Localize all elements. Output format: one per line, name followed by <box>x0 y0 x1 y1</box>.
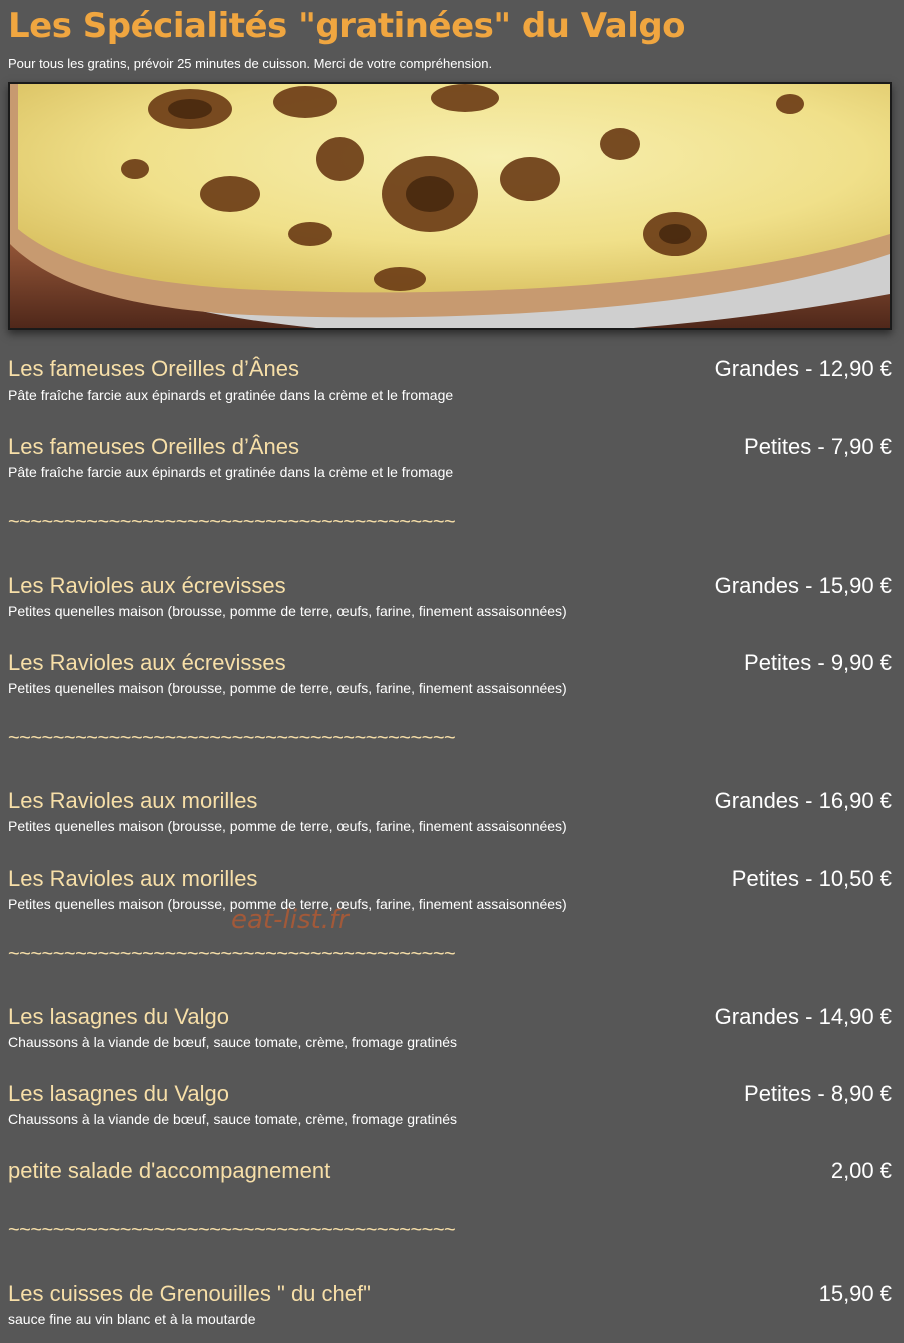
cooking-notice: Pour tous les gratins, prévoir 25 minute… <box>8 56 493 71</box>
menu-item-name: Les Ravioles aux écrevisses <box>8 573 286 598</box>
section-separator: ~~~~~~~~~~~~~~~~~~~~~~~~~~~~~~~~~~~~~~~~ <box>8 727 456 749</box>
menu-item-price: Petites - 9,90 € <box>744 650 892 675</box>
menu-item-price: Petites - 8,90 € <box>744 1081 892 1106</box>
menu-item-name: Les cuisses de Grenouilles " du chef" <box>8 1281 371 1306</box>
gratin-photo <box>8 82 892 330</box>
menu-item-name: Les fameuses Oreilles d’Ânes <box>8 434 300 459</box>
menu-item-price: 15,90 € <box>818 1281 892 1306</box>
menu-item-description: Chaussons à la viande de bœuf, sauce tom… <box>8 1111 458 1127</box>
menu-item-name: Les Ravioles aux morilles <box>8 866 258 891</box>
section-separator: ~~~~~~~~~~~~~~~~~~~~~~~~~~~~~~~~~~~~~~~~ <box>8 511 456 533</box>
section-separator: ~~~~~~~~~~~~~~~~~~~~~~~~~~~~~~~~~~~~~~~~ <box>8 943 456 965</box>
menu-item-description: Petites quenelles maison (brousse, pomme… <box>8 603 567 619</box>
menu-item-price: Grandes - 14,90 € <box>714 1004 892 1029</box>
menu-item-price: Grandes - 12,90 € <box>714 356 892 381</box>
menu-item-description: sauce fine au vin blanc et à la moutarde <box>8 1311 256 1327</box>
watermark: eat-list.fr <box>231 905 349 935</box>
menu-item-name: Les lasagnes du Valgo <box>8 1081 229 1106</box>
menu-item-name: Les Ravioles aux écrevisses <box>8 650 286 675</box>
menu-item-price: Grandes - 15,90 € <box>714 573 892 598</box>
menu-item-price: Petites - 10,50 € <box>731 866 892 891</box>
menu-item-description: Pâte fraîche farcie aux épinards et grat… <box>8 464 454 480</box>
menu-item-description: Pâte fraîche farcie aux épinards et grat… <box>8 387 454 403</box>
menu-item-description: Petites quenelles maison (brousse, pomme… <box>8 680 567 696</box>
menu-item-description: Petites quenelles maison (brousse, pomme… <box>8 818 567 834</box>
menu-item-price: 2,00 € <box>830 1158 892 1183</box>
menu-item-name: Les fameuses Oreilles d’Ânes <box>8 356 300 381</box>
menu-item-description: Chaussons à la viande de bœuf, sauce tom… <box>8 1034 458 1050</box>
menu-item-price: Petites - 7,90 € <box>744 434 892 459</box>
menu-item-name: Les Ravioles aux morilles <box>8 788 258 813</box>
menu-item-name: petite salade d'accompagnement <box>8 1158 331 1183</box>
section-separator: ~~~~~~~~~~~~~~~~~~~~~~~~~~~~~~~~~~~~~~~~ <box>8 1219 456 1241</box>
menu-item-price: Grandes - 16,90 € <box>714 788 892 813</box>
menu-item-name: Les lasagnes du Valgo <box>8 1004 229 1029</box>
page-title: Les Spécialités "gratinées" du Valgo <box>8 6 686 46</box>
